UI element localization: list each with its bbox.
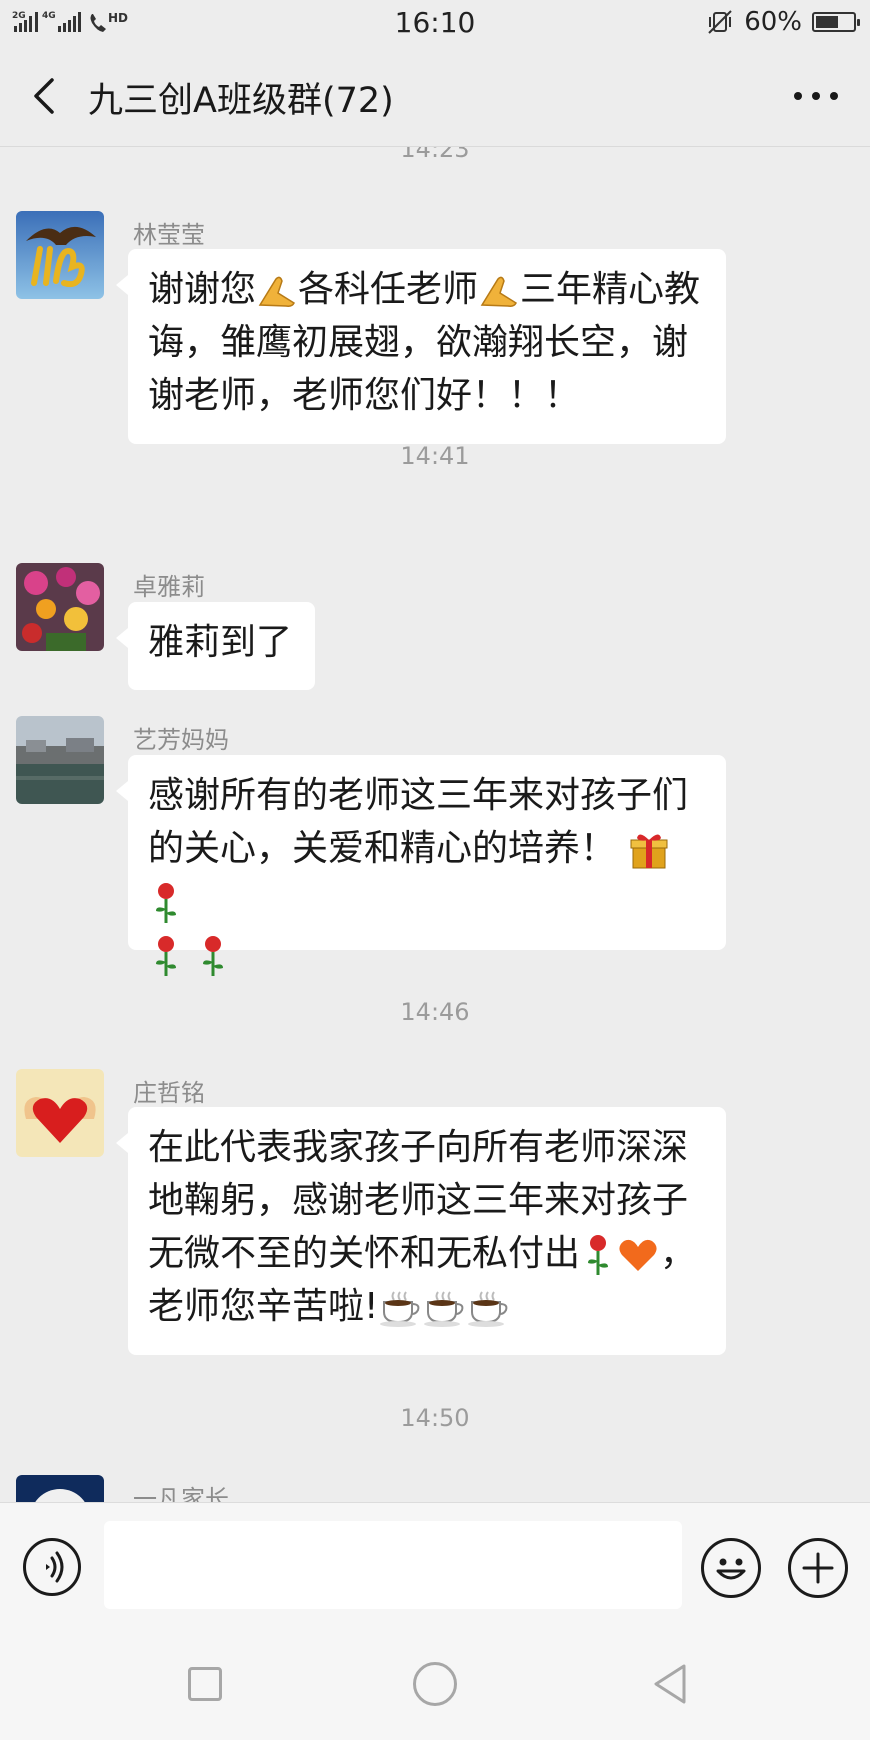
timestamp: 14:41 (400, 442, 470, 470)
rose-icon (203, 936, 224, 976)
pray-icon (258, 276, 295, 307)
message-text: 三年精心教 (520, 269, 701, 310)
message-list[interactable]: 14:23 林莹莹 谢谢您 各科任老师 三年精心教 诲，雏鹰初展翅，欲瀚翔长空，谢 … (0, 147, 870, 1502)
pray-icon (480, 276, 518, 307)
rose-icon (156, 936, 176, 976)
home-button[interactable] (413, 1662, 457, 1706)
sender-name: 卓雅莉 (133, 573, 205, 601)
system-nav-bar (0, 1624, 870, 1740)
message-text: 诲，雏鹰初展翅，欲瀚翔长空，谢 (148, 322, 689, 363)
status-right: 60% (706, 6, 860, 38)
message-bubble[interactable]: 雅莉到了 (116, 602, 315, 690)
voice-icon (46, 1551, 64, 1583)
message-text: 谢老师，老师您们好！！！ (148, 375, 581, 416)
avatar[interactable] (16, 1069, 104, 1157)
timestamp: 14:50 (400, 1404, 470, 1432)
plus-button[interactable] (788, 1538, 848, 1598)
avatar[interactable] (16, 211, 104, 299)
avatar-image (16, 1475, 104, 1502)
message-bubble[interactable]: 感谢所有的老师这三年来对孩子们 的关心，关爱和精心的培养！ (116, 755, 726, 976)
chat-header: 九三创A班级群(72) (0, 46, 870, 147)
message-text: 无微不至的关怀和无私付出 (148, 1233, 581, 1274)
timestamp: 14:46 (400, 998, 470, 1026)
heart-icon (619, 1239, 657, 1271)
message-text: 雅莉到了 (148, 622, 293, 663)
sender-name: 林莹莹 (133, 221, 205, 249)
message-input[interactable] (104, 1521, 682, 1609)
rose-icon (588, 1235, 609, 1275)
avatar-image (16, 1069, 104, 1157)
page-title: 九三创A班级群(72) (88, 81, 394, 121)
avatar[interactable] (16, 716, 104, 804)
emoji-button[interactable] (701, 1538, 761, 1598)
back-triangle-icon[interactable] (648, 1662, 692, 1706)
message-text: 各科任老师 (298, 269, 479, 310)
avatar[interactable] (16, 1475, 104, 1502)
battery-fill (816, 16, 838, 28)
message-text: 在此代表我家孩子向所有老师深深 (148, 1127, 689, 1168)
message-bubble[interactable]: 谢谢您 各科任老师 三年精心教 诲，雏鹰初展翅，欲瀚翔长空，谢 谢老师，老师您们好！… (116, 249, 726, 444)
avatar[interactable] (16, 563, 104, 651)
avatar-image (16, 563, 104, 651)
gift-icon (630, 834, 668, 869)
plus-icon (802, 1552, 834, 1584)
battery-icon (812, 12, 860, 32)
sender-name: 艺芳妈妈 (133, 726, 229, 754)
message-text: 的关心，关爱和精心的培养！ (148, 828, 617, 869)
message-text: 老师您辛苦啦! (148, 1286, 379, 1327)
recent-apps-button[interactable] (188, 1667, 222, 1701)
message-text: 地鞠躬，感谢老师这三年来对孩子 (148, 1180, 689, 1221)
chevron-left-icon[interactable] (26, 74, 66, 118)
input-bar (0, 1502, 870, 1625)
message-text: 感谢所有的老师这三年来对孩子们 (148, 775, 689, 816)
message-text: 谢谢您 (148, 269, 257, 310)
coffee-icon (468, 1291, 508, 1327)
status-bar: 2G 4G HD 16:10 60% (0, 0, 870, 46)
mute-vibrate-icon (708, 10, 732, 34)
emoji-icon (716, 1558, 746, 1580)
coffee-icon (424, 1291, 464, 1327)
timestamp: 14:23 (400, 147, 470, 163)
coffee-icon (380, 1291, 420, 1327)
message-text: ， (660, 1233, 697, 1274)
avatar-image (16, 211, 104, 299)
battery-percent: 60% (744, 7, 802, 37)
sender-name: 一凡家长 (133, 1485, 229, 1502)
avatar-image (16, 716, 104, 804)
sender-name: 庄哲铭 (133, 1079, 205, 1107)
message-bubble[interactable]: 在此代表我家孩子向所有老师深深 地鞠躬，感谢老师这三年来对孩子 无微不至的关怀和… (116, 1107, 726, 1355)
more-icon[interactable] (786, 76, 846, 116)
rose-icon (156, 883, 176, 923)
voice-button[interactable] (23, 1538, 81, 1596)
